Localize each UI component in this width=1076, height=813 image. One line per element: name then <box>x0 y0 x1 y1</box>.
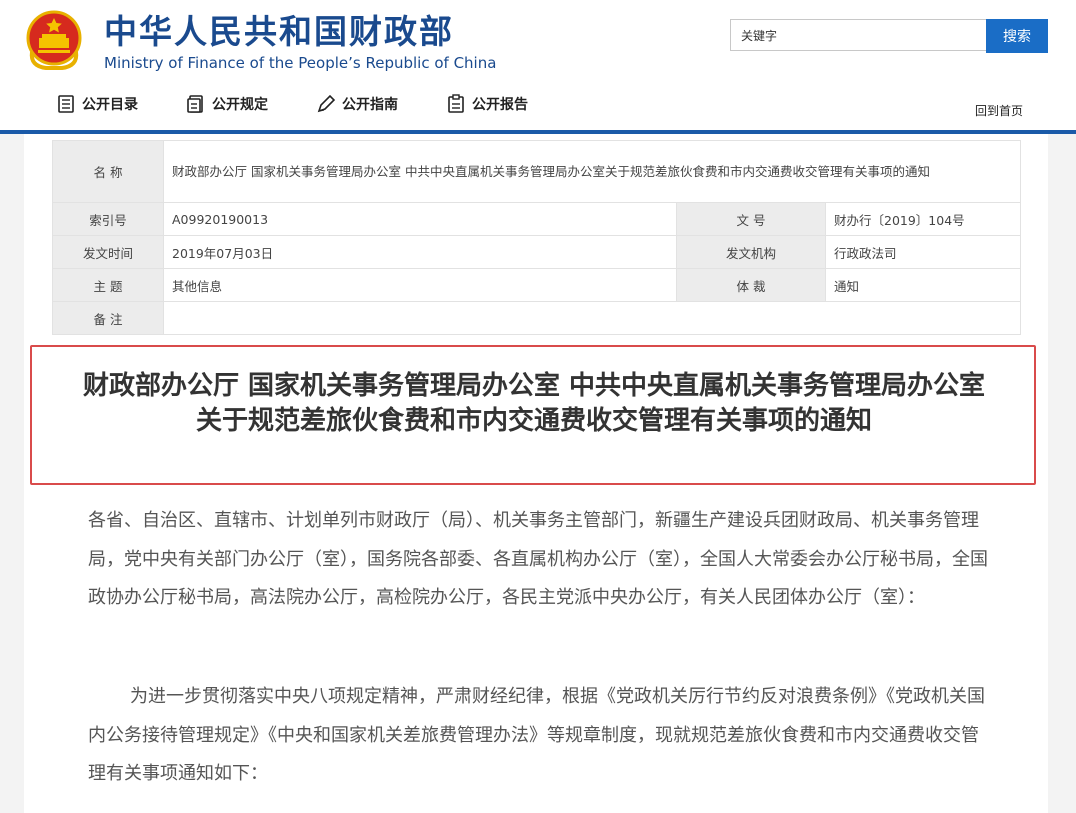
meta-value-genre: 通知 <box>825 268 1021 302</box>
nav-item-label: 公开报告 <box>472 97 528 113</box>
site-subtitle: Ministry of Finance of the People’s Repu… <box>104 54 497 72</box>
meta-value-docno: 财办行〔2019〕104号 <box>825 202 1021 236</box>
meta-label-topic: 主 题 <box>52 268 164 302</box>
site-header: 中华人民共和国财政部 Ministry of Finance of the Pe… <box>0 0 1076 135</box>
search-button[interactable]: 搜索 <box>986 19 1048 53</box>
document-title: 财政部办公厅 国家机关事务管理局办公室 中共中央直属机关事务管理局办公室关于规范… <box>82 371 986 436</box>
meta-label-index: 索引号 <box>52 202 164 236</box>
meta-value-index: A09920190013 <box>163 202 677 236</box>
nav-item-guide[interactable]: 公开指南 <box>316 94 398 114</box>
meta-label-name: 名 称 <box>52 140 164 203</box>
document-paragraph-intro: 为进一步贯彻落实中央八项规定精神，严肃财经纪律，根据《党政机关厉行节约反对浪费条… <box>88 686 985 784</box>
meta-value-topic: 其他信息 <box>163 268 677 302</box>
catalog-icon <box>58 95 74 113</box>
site-title: 中华人民共和国财政部 <box>104 12 454 51</box>
document-paragraph-addressees: 各省、自治区、直辖市、计划单列市财政厅（局）、机关事务主管部门，新疆生产建设兵团… <box>88 510 988 608</box>
meta-label-genre: 体 裁 <box>676 268 826 302</box>
regulation-icon <box>187 95 203 113</box>
meta-row-date: 发文时间 2019年07月03日 发文机构 行政政法司 <box>52 235 1021 269</box>
nav-item-label: 公开规定 <box>212 97 268 113</box>
nav-item-regulation[interactable]: 公开规定 <box>186 94 268 114</box>
meta-label-remark: 备 注 <box>52 301 164 335</box>
meta-value-org: 行政政法司 <box>825 235 1021 269</box>
meta-value-date: 2019年07月03日 <box>163 235 677 269</box>
meta-row-index: 索引号 A09920190013 文 号 财办行〔2019〕104号 <box>52 202 1021 236</box>
nav-item-label: 公开目录 <box>82 97 138 113</box>
guide-pen-icon <box>317 94 336 113</box>
search-input[interactable] <box>730 19 992 51</box>
national-emblem-logo[interactable] <box>24 8 84 72</box>
document-title-highlight: 财政部办公厅 国家机关事务管理局办公室 中共中央直属机关事务管理局办公室关于规范… <box>30 345 1036 485</box>
nav-item-report[interactable]: 公开报告 <box>446 94 528 114</box>
report-icon <box>448 94 464 113</box>
document-meta-table: 名 称 财政部办公厅 国家机关事务管理局办公室 中共中央直属机关事务管理局办公室… <box>52 140 1021 335</box>
nav-item-label: 公开指南 <box>342 97 398 113</box>
meta-value-remark <box>163 301 1021 335</box>
meta-label-docno: 文 号 <box>676 202 826 236</box>
meta-value-name: 财政部办公厅 国家机关事务管理局办公室 中共中央直属机关事务管理局办公室关于规范… <box>163 140 1021 203</box>
nav-item-catalog[interactable]: 公开目录 <box>56 94 138 114</box>
meta-label-org: 发文机构 <box>676 235 826 269</box>
home-link[interactable]: 回到首页 <box>975 102 1023 119</box>
meta-label-date: 发文时间 <box>52 235 164 269</box>
meta-row-name: 名 称 财政部办公厅 国家机关事务管理局办公室 中共中央直属机关事务管理局办公室… <box>52 140 1021 203</box>
meta-row-topic: 主 题 其他信息 体 裁 通知 <box>52 268 1021 302</box>
meta-row-remark: 备 注 <box>52 301 1021 335</box>
